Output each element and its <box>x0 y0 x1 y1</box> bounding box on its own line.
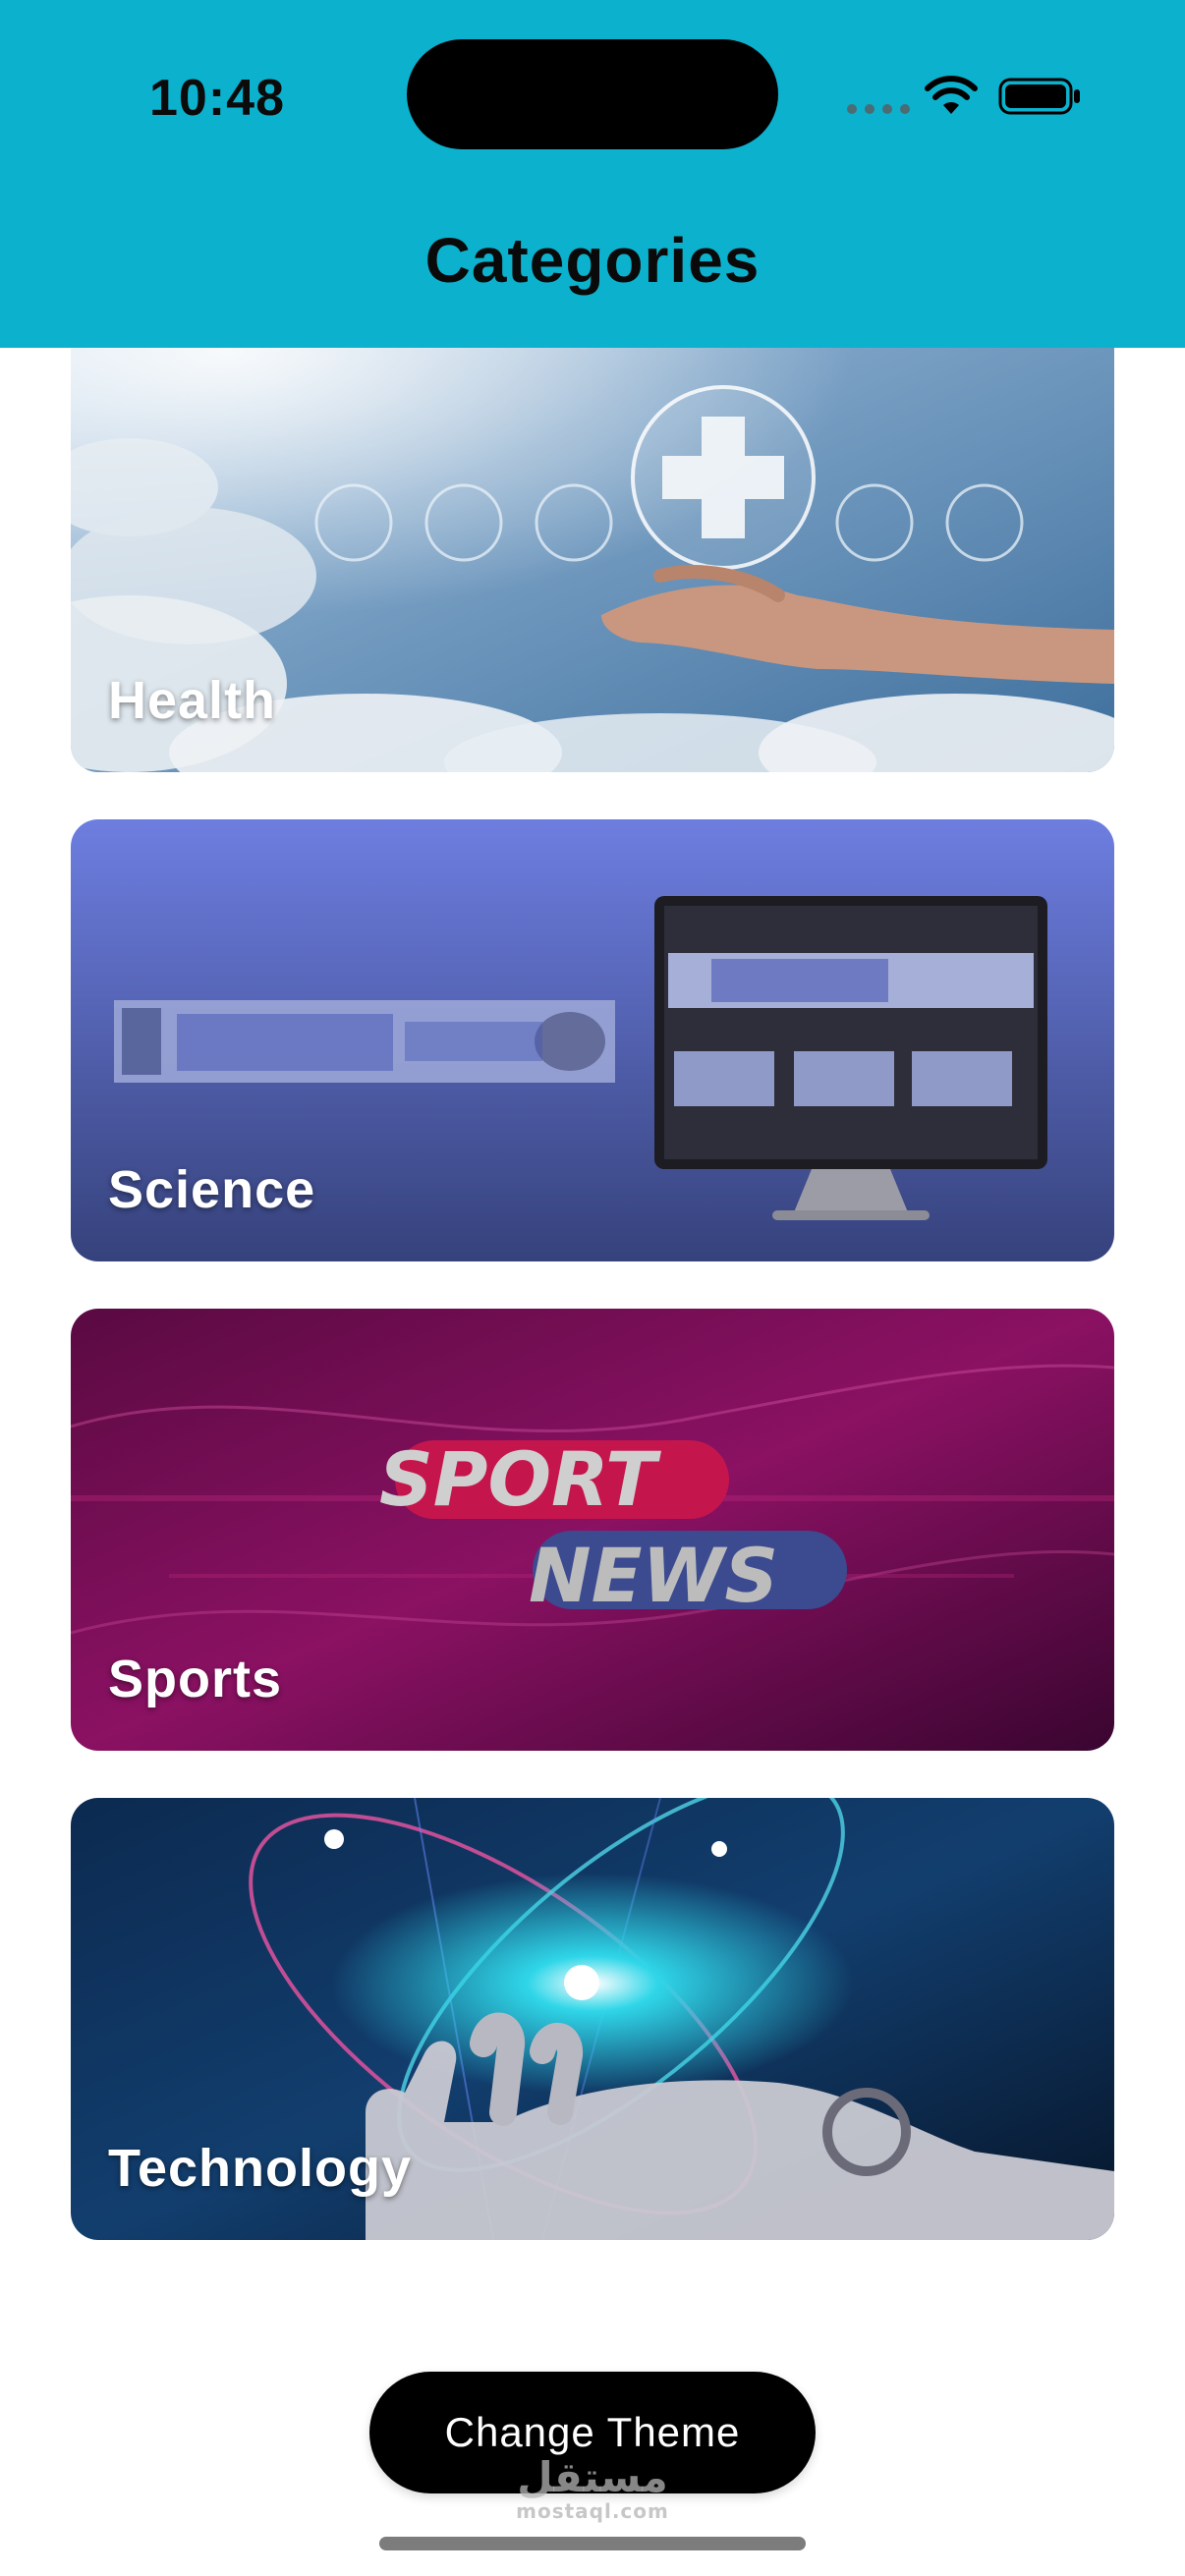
category-label: Science <box>108 1160 316 1219</box>
status-time: 10:48 <box>149 70 285 127</box>
category-card-health[interactable]: Health <box>71 330 1114 772</box>
svg-text:SPORT: SPORT <box>379 1435 661 1523</box>
category-label: Sports <box>108 1650 283 1708</box>
category-label: Health <box>108 671 277 730</box>
watermark-arabic: مستقل <box>517 2453 668 2501</box>
home-indicator[interactable] <box>379 2537 806 2550</box>
category-card-sports[interactable]: SPORT NEWS Sports <box>71 1309 1114 1751</box>
svg-text:NEWS: NEWS <box>529 1532 778 1619</box>
dynamic-island <box>407 39 778 149</box>
watermark: مستقل mostaql.com <box>494 2453 691 2524</box>
page-title: Categories <box>424 225 761 296</box>
battery-icon <box>998 78 1080 115</box>
category-card-science[interactable]: Science <box>71 819 1114 1261</box>
category-card-technology[interactable]: Technology <box>71 1798 1114 2240</box>
category-label: Technology <box>108 2139 413 2198</box>
wifi-icon <box>925 76 978 114</box>
app-header: 10:48 Categories <box>0 0 1185 348</box>
signal-dots-icon <box>847 104 910 114</box>
watermark-latin: mostaql.com <box>516 2499 669 2523</box>
